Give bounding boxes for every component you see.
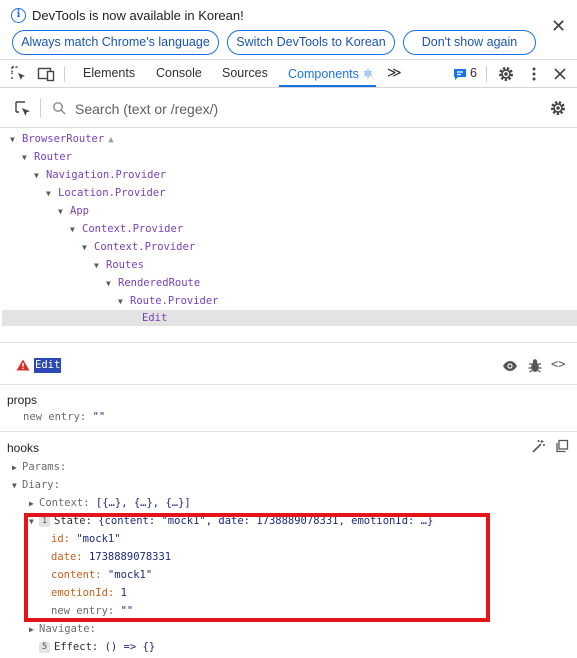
- match-chrome-language-button[interactable]: Always match Chrome's language: [12, 30, 219, 55]
- infobar-message: DevTools is now available in Korean!: [32, 8, 244, 23]
- hooks-label: hooks: [7, 441, 40, 455]
- info-icon: i: [11, 8, 26, 23]
- settings-gear-icon[interactable]: [549, 99, 567, 117]
- issues-count[interactable]: 6: [470, 66, 477, 80]
- settings-gear-icon[interactable]: [497, 65, 515, 83]
- tab-console[interactable]: Console: [156, 66, 202, 80]
- warning-icon: ▲: [108, 135, 114, 145]
- pane-divider: [0, 384, 577, 385]
- tree-node[interactable]: ▼ App: [58, 202, 89, 220]
- expand-triangle-icon[interactable]: ▼: [58, 203, 70, 221]
- kebab-menu-icon[interactable]: [525, 65, 543, 83]
- devtools-tabbar: Elements Console Sources Components ⚛ ≫ …: [0, 60, 577, 88]
- issues-icon[interactable]: [453, 67, 467, 81]
- close-icon[interactable]: ✕: [551, 17, 566, 35]
- tree-node[interactable]: ▼ Context.Provider: [70, 220, 183, 238]
- hook-navigate[interactable]: ▶ Navigate:: [29, 620, 96, 638]
- device-toolbar-icon[interactable]: [37, 65, 55, 83]
- selected-tree-row: [2, 310, 577, 326]
- expand-triangle-icon[interactable]: ▼: [12, 477, 22, 495]
- tab-sources[interactable]: Sources: [222, 66, 268, 80]
- tree-node[interactable]: ▼ Routes: [94, 256, 144, 274]
- tree-node[interactable]: ▼ Route.Provider: [118, 292, 219, 310]
- more-tabs-icon[interactable]: ≫: [387, 64, 402, 81]
- hook-context[interactable]: ▶ Context: [{…}, {…}, {…}]: [29, 494, 191, 512]
- eye-icon[interactable]: [502, 359, 518, 373]
- collapsed-triangle-icon[interactable]: ▶: [29, 621, 39, 639]
- tab-components[interactable]: Components ⚛: [288, 66, 374, 81]
- switch-devtools-korean-button[interactable]: Switch DevTools to Korean: [227, 30, 395, 55]
- search-input[interactable]: Search (text or /regex/): [75, 101, 218, 117]
- magic-wand-icon[interactable]: [531, 439, 546, 454]
- hook-effect[interactable]: 5 Effect: () => {}: [39, 638, 155, 656]
- collapsed-triangle-icon[interactable]: ▶: [12, 459, 22, 477]
- close-devtools-icon[interactable]: [551, 65, 569, 83]
- expand-triangle-icon[interactable]: ▼: [22, 149, 34, 167]
- pane-divider: [0, 431, 577, 432]
- copy-icon[interactable]: [555, 439, 569, 453]
- search-icon: [53, 102, 66, 115]
- tree-node[interactable]: ▼ Navigation.Provider: [34, 166, 166, 184]
- search-divider: [40, 98, 41, 118]
- component-search-bar: Search (text or /regex/): [0, 88, 577, 128]
- annotation-highlight-box: [24, 513, 490, 622]
- props-label: props: [7, 393, 38, 407]
- bug-icon[interactable]: [528, 358, 542, 374]
- collapsed-triangle-icon[interactable]: ▶: [29, 495, 39, 513]
- tree-node[interactable]: ▼ Router: [22, 148, 72, 166]
- inspect-element-icon[interactable]: [10, 65, 28, 83]
- inspected-component-name: Edit: [34, 358, 62, 373]
- tab-elements[interactable]: Elements: [83, 66, 135, 80]
- dont-show-again-button[interactable]: Don't show again: [403, 30, 536, 55]
- toolbar-divider: [64, 66, 65, 82]
- tree-node-selected[interactable]: Edit: [142, 310, 167, 326]
- toolbar-divider: [486, 66, 487, 82]
- expand-triangle-icon[interactable]: ▼: [34, 167, 46, 185]
- error-icon: [16, 359, 30, 371]
- tree-node[interactable]: ▼ Location.Provider: [46, 184, 165, 202]
- hook-params[interactable]: ▶ Params:: [12, 458, 66, 476]
- expand-triangle-icon[interactable]: ▼: [82, 239, 94, 257]
- expand-triangle-icon[interactable]: ▼: [70, 221, 82, 239]
- expand-triangle-icon[interactable]: ▼: [46, 185, 58, 203]
- view-source-icon[interactable]: <>: [551, 357, 565, 371]
- expand-triangle-icon[interactable]: ▼: [118, 293, 130, 311]
- active-tab-indicator: [279, 85, 376, 87]
- hook-index-badge: 5: [39, 642, 50, 653]
- expand-triangle-icon[interactable]: ▼: [10, 131, 22, 149]
- component-tree: ▼ BrowserRouter ▲ ▼ Router ▼ Navigation.Prov…: [0, 128, 577, 342]
- expand-triangle-icon[interactable]: ▼: [106, 275, 118, 293]
- language-infobar: i DevTools is now available in Korean! ✕…: [0, 0, 577, 60]
- tree-node[interactable]: ▼ RenderedRoute: [106, 274, 200, 292]
- pane-divider: [0, 342, 577, 343]
- hook-diary[interactable]: ▼ Diary:: [12, 476, 60, 494]
- tree-node[interactable]: ▼ Context.Provider: [82, 238, 195, 256]
- tree-node[interactable]: ▼ BrowserRouter ▲: [10, 130, 114, 148]
- select-element-icon[interactable]: [14, 100, 32, 118]
- expand-triangle-icon[interactable]: ▼: [94, 257, 106, 275]
- inspector-header: Edit <>: [0, 355, 577, 377]
- prop-row[interactable]: new entry: "": [23, 408, 105, 426]
